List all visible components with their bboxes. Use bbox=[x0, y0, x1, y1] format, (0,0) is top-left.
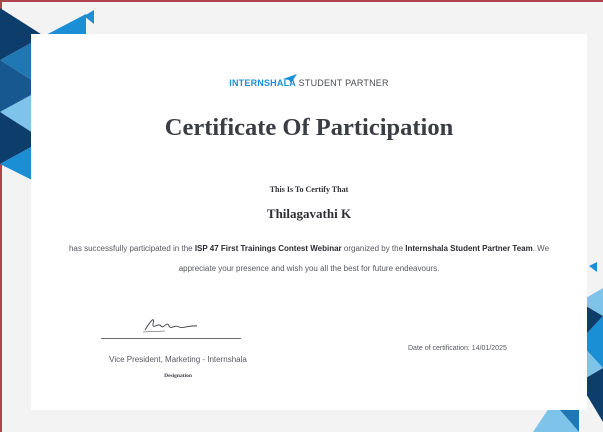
recipient-name: Thilagavathi K bbox=[266, 206, 352, 221]
body-text-part2: organized by the bbox=[341, 244, 406, 253]
event-name: ISP 47 First Trainings Contest Webinar bbox=[194, 244, 342, 253]
body-text-part1: has successfully participated in the bbox=[68, 244, 195, 253]
designation-label: Designation bbox=[164, 373, 192, 379]
certificate-title: Certificate Of Participation bbox=[164, 114, 454, 141]
brand-suffix: STUDENT PARTNER bbox=[295, 78, 389, 88]
brand-name-part1: INTERN bbox=[229, 78, 264, 88]
certify-line: This Is To Certify That bbox=[269, 185, 349, 194]
signature-graphic bbox=[142, 319, 198, 333]
brand-name-part2: SHALA bbox=[263, 78, 296, 88]
team-name: Internshala Student Partner Team bbox=[405, 244, 533, 253]
certificate-body: has successfully participated in the ISP… bbox=[61, 239, 557, 279]
signature-line bbox=[101, 338, 241, 339]
brand-logo: INTERNSHALA STUDENT PARTNER bbox=[31, 78, 587, 88]
signatory-role: Vice President, Marketing - Internshala bbox=[109, 355, 247, 364]
certification-date: Date of certification: 14/01/2025 bbox=[408, 345, 507, 352]
certificate-card: INTERNSHALA STUDENT PARTNER Certificate … bbox=[31, 34, 587, 410]
